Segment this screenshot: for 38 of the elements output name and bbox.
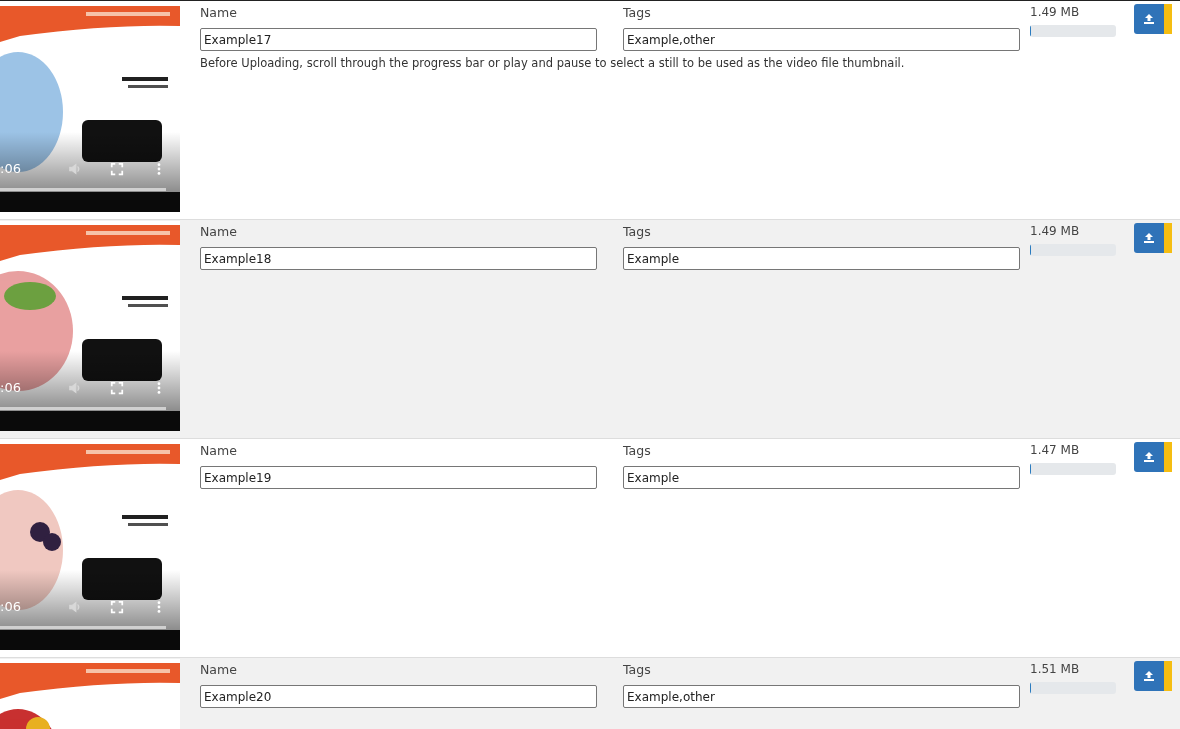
volume-icon[interactable] [68, 381, 82, 395]
name-field[interactable]: Example18 [200, 247, 597, 270]
upload-icon [1143, 232, 1155, 244]
file-size: 1.49 MB [1030, 224, 1081, 238]
file-size: 1.49 MB [1030, 5, 1081, 19]
tags-field[interactable]: Example [623, 466, 1020, 489]
field-label: Tags [623, 5, 652, 22]
field-label: Name [200, 224, 238, 241]
upload-button[interactable] [1134, 223, 1164, 253]
video-time: :06 [0, 380, 21, 395]
fullscreen-icon[interactable] [110, 600, 124, 614]
name-field[interactable]: Example17 [200, 28, 597, 51]
video-time: :06 [0, 161, 21, 176]
name-field[interactable]: Example19 [200, 466, 597, 489]
volume-icon[interactable] [68, 162, 82, 176]
upload-button[interactable] [1134, 661, 1164, 691]
field-label: Tags [623, 662, 652, 679]
field-label: Tags [623, 224, 652, 241]
field-label: Name [200, 443, 238, 460]
hint-text: Before Uploading, scroll through the progress bar or play and pause to select a still to be used as the video file thumbnail. [200, 56, 906, 70]
upload-button[interactable] [1134, 442, 1164, 472]
tags-field[interactable]: Example,other [623, 685, 1020, 708]
upload-icon [1143, 670, 1155, 682]
volume-icon[interactable] [68, 600, 82, 614]
file-size: 1.51 MB [1030, 662, 1081, 676]
file-size: 1.47 MB [1030, 443, 1081, 457]
fullscreen-icon[interactable] [110, 381, 124, 395]
field-label: Name [200, 662, 238, 679]
video-time: :06 [0, 599, 21, 614]
name-field[interactable]: Example20 [200, 685, 597, 708]
fullscreen-icon[interactable] [110, 162, 124, 176]
upload-icon [1143, 13, 1155, 25]
tags-field[interactable]: Example [623, 247, 1020, 270]
upload-icon [1143, 451, 1155, 463]
field-label: Tags [623, 443, 652, 460]
tags-field[interactable]: Example,other [623, 28, 1020, 51]
upload-button[interactable] [1134, 4, 1164, 34]
field-label: Name [200, 5, 238, 22]
